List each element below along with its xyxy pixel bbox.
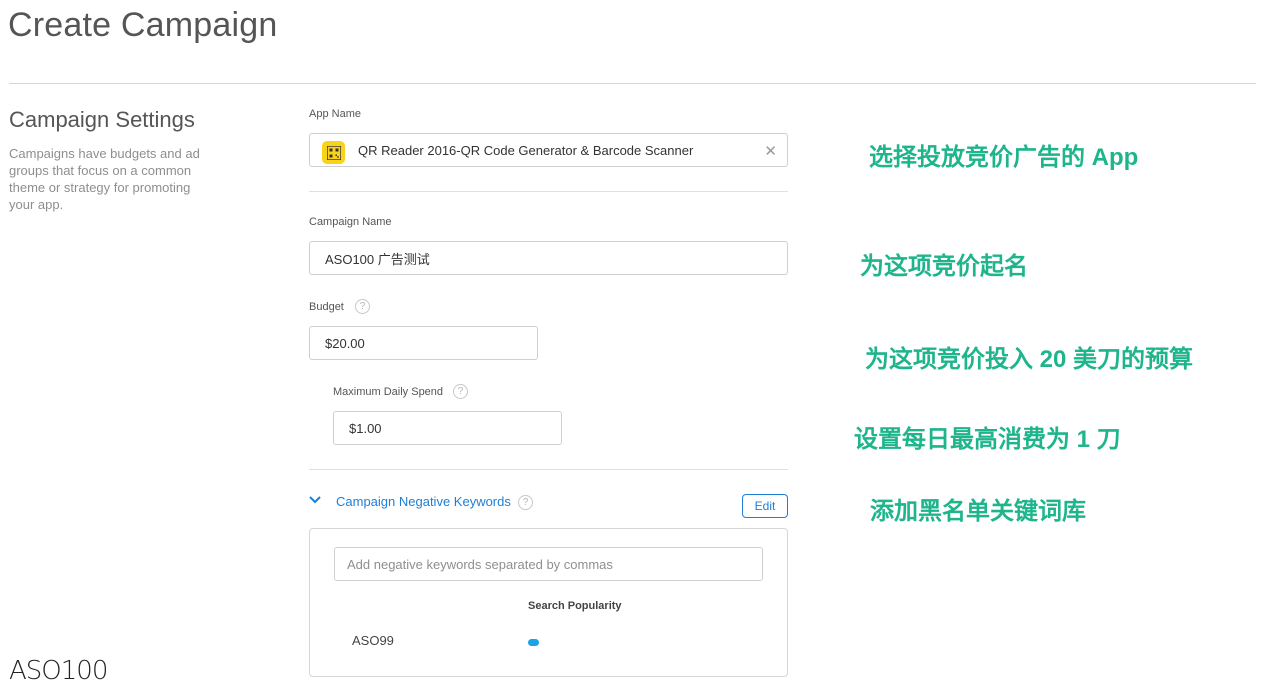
section-title: Campaign Settings [9, 107, 195, 132]
app-name-value: QR Reader 2016-QR Code Generator & Barco… [358, 142, 694, 158]
budget-value: $20.00 [325, 335, 365, 351]
daily-spend-value: $1.00 [349, 420, 382, 436]
budget-label: Budget [309, 301, 344, 313]
annotation-name: 为这项竞价起名 [860, 253, 1028, 280]
section-description: Campaigns have budgets and ad groups tha… [9, 146, 200, 212]
app-divider [309, 191, 788, 192]
annotation-daily: 设置每日最高消费为 1 刀 [854, 426, 1121, 453]
annotation-budget: 为这项竞价投入 20 美刀的预算 [865, 346, 1194, 373]
header-divider [9, 83, 1256, 84]
edit-button[interactable]: Edit [742, 494, 788, 518]
negative-keywords-input[interactable]: Add negative keywords separated by comma… [334, 547, 763, 581]
daily-spend-label: Maximum Daily Spend [333, 386, 444, 398]
budget-divider [309, 469, 788, 470]
annotation-keywords: 添加黑名单关键词库 [870, 498, 1086, 525]
search-popularity-header: Search Popularity [528, 600, 622, 612]
app-name-field[interactable]: QR Reader 2016-QR Code Generator & Barco… [309, 133, 788, 167]
campaign-name-value: ASO100 广告测试 [325, 251, 430, 267]
negative-keywords-title[interactable]: Campaign Negative Keywords [336, 494, 511, 509]
page-title: Create Campaign [8, 6, 278, 44]
app-name-label: App Name [309, 108, 361, 120]
campaign-name-label: Campaign Name [309, 216, 392, 228]
negative-keywords-toggle[interactable] [308, 493, 322, 512]
negative-keywords-panel: Add negative keywords separated by comma… [309, 528, 788, 677]
daily-spend-field[interactable]: $1.00 [333, 411, 562, 445]
budget-field[interactable]: $20.00 [309, 326, 538, 360]
app-icon [322, 141, 345, 164]
annotation-app: 选择投放竞价广告的 App [869, 144, 1139, 171]
aso100-logo: ASO100 [9, 656, 108, 686]
negative-keywords-help-icon[interactable]: ? [518, 495, 533, 510]
clear-icon[interactable]: ✕ [764, 142, 777, 160]
qr-code-icon [326, 145, 341, 160]
keyword-row-label: ASO99 [352, 633, 394, 648]
daily-spend-help-icon[interactable]: ? [453, 384, 468, 399]
chevron-down-icon [309, 496, 321, 504]
search-popularity-bar [528, 639, 539, 646]
campaign-name-field[interactable]: ASO100 广告测试 [309, 241, 788, 275]
budget-help-icon[interactable]: ? [355, 299, 370, 314]
